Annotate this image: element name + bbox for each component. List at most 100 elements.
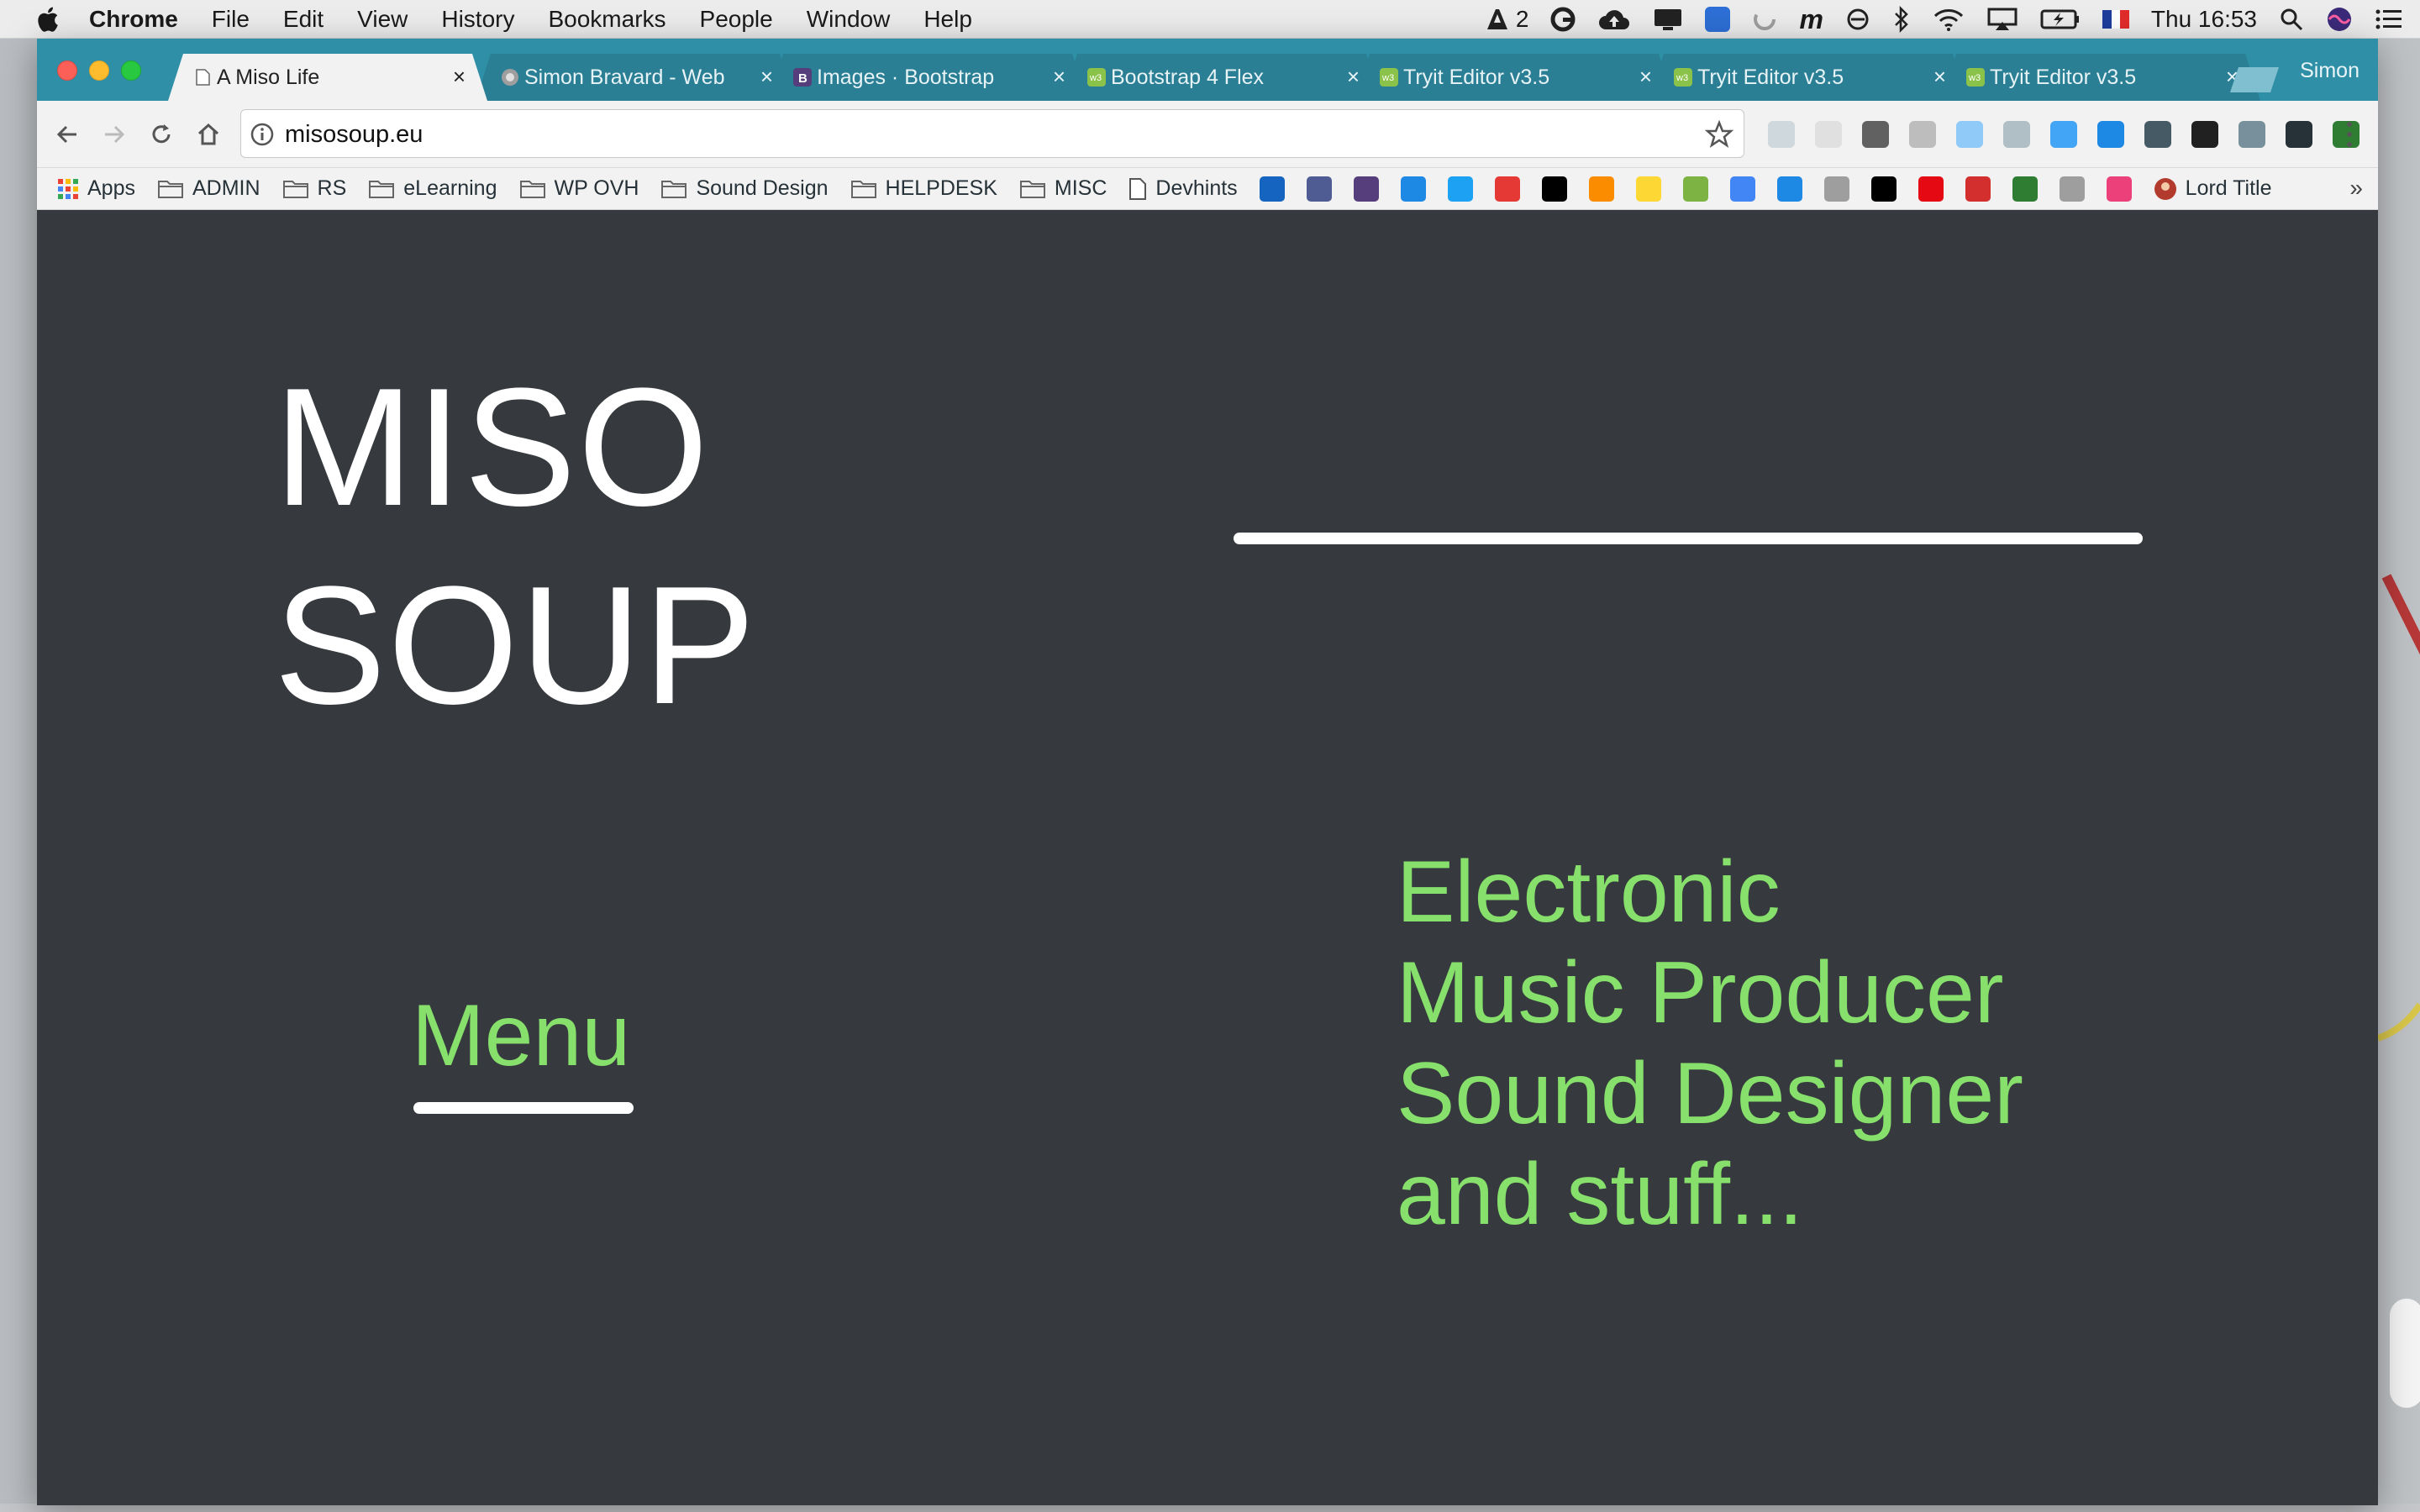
spotlight-search-icon[interactable] bbox=[2279, 7, 2304, 32]
tab-images-bootstrap[interactable]: B Images · Bootstrap × bbox=[768, 54, 1087, 101]
menu-history[interactable]: History bbox=[441, 6, 514, 33]
extension-icon[interactable] bbox=[1909, 121, 1936, 148]
tab-close-icon[interactable]: × bbox=[1053, 64, 1065, 89]
menu-link[interactable]: Menu bbox=[412, 986, 630, 1086]
spinner-icon[interactable] bbox=[1752, 7, 1777, 32]
tab-close-icon[interactable]: × bbox=[453, 64, 466, 89]
tab-tryit-editor-1[interactable]: w3 Tryit Editor v3.5 × bbox=[1355, 54, 1674, 101]
bookmark-site-icon[interactable] bbox=[1870, 176, 1897, 202]
tab-close-icon[interactable]: × bbox=[760, 64, 773, 89]
bookmark-devhints[interactable]: Devhints bbox=[1128, 176, 1238, 201]
bookmark-site-icon[interactable] bbox=[1447, 176, 1473, 202]
bookmark-star-icon[interactable] bbox=[1705, 120, 1733, 149]
display-icon[interactable] bbox=[1653, 7, 1683, 32]
menu-window[interactable]: Window bbox=[807, 6, 891, 33]
tab-tryit-editor-2[interactable]: w3 Tryit Editor v3.5 × bbox=[1649, 54, 1968, 101]
back-button[interactable] bbox=[50, 118, 84, 151]
cloud-upload-icon[interactable] bbox=[1597, 8, 1631, 31]
tab-simon-bravard[interactable]: Simon Bravard - Web × bbox=[476, 54, 795, 101]
bookmark-site-icon[interactable] bbox=[1400, 176, 1426, 202]
window-minimize-button[interactable] bbox=[89, 60, 109, 81]
window-maximize-button[interactable] bbox=[121, 60, 141, 81]
tab-close-icon[interactable]: × bbox=[1639, 64, 1652, 89]
extension-icon[interactable] bbox=[1768, 121, 1795, 148]
bookmark-site-icon[interactable] bbox=[1588, 176, 1614, 202]
bookmark-site-icon[interactable] bbox=[2059, 176, 2085, 202]
bookmark-site-icon[interactable] bbox=[1353, 176, 1379, 202]
app-menu-chrome[interactable]: Chrome bbox=[89, 6, 178, 33]
apple-logo-icon[interactable] bbox=[34, 5, 60, 34]
extension-icon[interactable] bbox=[2238, 121, 2265, 148]
bookmark-site-icon[interactable] bbox=[1306, 176, 1332, 202]
bookmark-folder-sound-design[interactable]: Sound Design bbox=[660, 176, 829, 201]
tab-tryit-editor-3[interactable]: w3 Tryit Editor v3.5 × bbox=[1941, 54, 2260, 101]
bookmark-site-icon[interactable] bbox=[2106, 176, 2132, 202]
desktop-background bbox=[2378, 39, 2420, 1512]
bookmark-site-icon[interactable] bbox=[1776, 176, 1802, 202]
menu-edit[interactable]: Edit bbox=[283, 6, 324, 33]
tab-bootstrap-4-flex[interactable]: w3 Bootstrap 4 Flex × bbox=[1062, 54, 1381, 101]
chrome-menu-icon[interactable] bbox=[2341, 118, 2358, 151]
extension-icon[interactable] bbox=[2097, 121, 2124, 148]
info-icon[interactable] bbox=[250, 122, 275, 147]
desktop-wallpaper-graphic bbox=[2378, 574, 2420, 1408]
bookmark-site-icon[interactable] bbox=[1682, 176, 1708, 202]
clock[interactable]: Thu 16:53 bbox=[2151, 6, 2257, 33]
bookmark-folder-admin[interactable]: ADMIN bbox=[157, 176, 260, 201]
bookmark-site-icon[interactable] bbox=[1918, 176, 1944, 202]
extension-icon[interactable] bbox=[1862, 121, 1889, 148]
bookmark-folder-elearning[interactable]: eLearning bbox=[368, 176, 497, 201]
window-close-button[interactable] bbox=[57, 60, 77, 81]
address-bar[interactable]: misosoup.eu bbox=[240, 109, 1744, 158]
extension-icon[interactable] bbox=[2003, 121, 2030, 148]
bookmark-site-icon[interactable] bbox=[1635, 176, 1661, 202]
m-app-icon[interactable]: m bbox=[1799, 4, 1823, 35]
bookmark-folder-helpdesk[interactable]: HELPDESK bbox=[850, 176, 997, 201]
grammarly-icon[interactable] bbox=[1550, 7, 1576, 32]
bookmarks-overflow-icon[interactable]: » bbox=[2349, 175, 2363, 202]
bluetooth-icon[interactable] bbox=[1892, 6, 1911, 33]
menu-help[interactable]: Help bbox=[923, 6, 972, 33]
extension-icon[interactable] bbox=[2191, 121, 2218, 148]
no-entry-icon[interactable] bbox=[1845, 7, 1870, 32]
new-tab-button[interactable] bbox=[2230, 67, 2279, 92]
siri-icon[interactable] bbox=[2326, 6, 2353, 33]
extension-icon[interactable] bbox=[2144, 121, 2171, 148]
tab-title: Tryit Editor v3.5 bbox=[1990, 65, 2137, 89]
bookmark-site-icon[interactable] bbox=[1259, 176, 1285, 202]
menu-bookmarks[interactable]: Bookmarks bbox=[548, 6, 666, 33]
menu-people[interactable]: People bbox=[700, 6, 773, 33]
tab-close-icon[interactable]: × bbox=[1933, 64, 1946, 89]
drive-sync-icon[interactable] bbox=[1705, 7, 1731, 32]
bookmark-lord-title[interactable]: Lord Title bbox=[2154, 176, 2272, 201]
reload-button[interactable] bbox=[145, 118, 178, 151]
bookmark-site-icon[interactable] bbox=[1494, 176, 1520, 202]
extension-icon[interactable] bbox=[2286, 121, 2312, 148]
wifi-icon[interactable] bbox=[1933, 7, 1965, 32]
menu-view[interactable]: View bbox=[357, 6, 408, 33]
profile-button[interactable]: Simon bbox=[2300, 59, 2360, 83]
airplay-icon[interactable] bbox=[1986, 7, 2018, 32]
bookmark-folder-wp-ovh[interactable]: WP OVH bbox=[519, 176, 639, 201]
extension-icon[interactable] bbox=[1815, 121, 1842, 148]
bookmark-apps[interactable]: Apps bbox=[57, 176, 135, 201]
bookmark-folder-rs[interactable]: RS bbox=[282, 176, 346, 201]
flag-fr-icon[interactable] bbox=[2102, 10, 2129, 29]
extension-icon[interactable] bbox=[1956, 121, 1983, 148]
battery-icon[interactable] bbox=[2040, 8, 2081, 31]
home-button[interactable] bbox=[192, 118, 225, 151]
adobe-status-icon[interactable]: 2 bbox=[1486, 6, 1528, 33]
forward-button[interactable] bbox=[97, 118, 131, 151]
bookmark-site-icon[interactable] bbox=[1541, 176, 1567, 202]
bookmark-site-icon[interactable] bbox=[2012, 176, 2038, 202]
extension-icon[interactable] bbox=[2050, 121, 2077, 148]
bookmark-folder-misc[interactable]: MISC bbox=[1019, 176, 1107, 201]
tab-close-icon[interactable]: × bbox=[1347, 64, 1360, 89]
bookmark-site-icon[interactable] bbox=[1823, 176, 1849, 202]
notification-center-icon[interactable] bbox=[2375, 8, 2403, 31]
tab-a-miso-life[interactable]: A Miso Life × bbox=[168, 54, 487, 101]
bookmark-site-icon[interactable] bbox=[1965, 176, 1991, 202]
bookmark-site-icon[interactable] bbox=[1729, 176, 1755, 202]
bookmark-label: HELPDESK bbox=[885, 176, 997, 200]
menu-file[interactable]: File bbox=[212, 6, 250, 33]
